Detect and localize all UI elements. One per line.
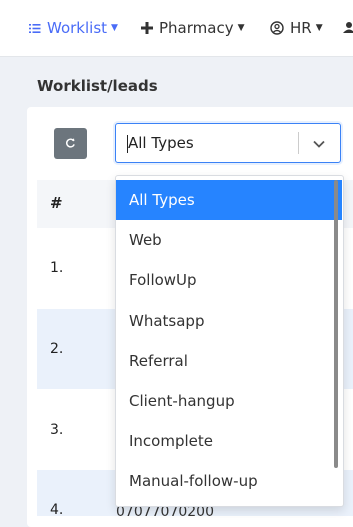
page-title: Worklist/leads [37, 77, 158, 95]
nav-hr-label: HR [290, 19, 312, 37]
option-all-types[interactable]: All Types [116, 180, 342, 220]
caret-down-icon: ▼ [111, 23, 118, 33]
refresh-button[interactable] [54, 128, 87, 159]
top-navbar: Worklist ▼ Pharmacy ▼ HR ▼ [0, 0, 353, 57]
nav-hr[interactable]: HR ▼ [270, 18, 323, 38]
option-web[interactable]: Web [116, 220, 342, 260]
chevron-down-icon[interactable] [312, 136, 326, 155]
column-header-number: # [50, 194, 63, 212]
type-dropdown-menu: All Types Web FollowUp Whatsapp Referral… [115, 175, 344, 507]
type-select[interactable]: All Types [115, 123, 341, 163]
row-number: 3. [50, 422, 64, 438]
select-separator [298, 132, 299, 154]
caret-down-icon: ▼ [315, 23, 323, 33]
nav-pharmacy[interactable]: Pharmacy ▼ [141, 18, 245, 38]
option-client-hangup[interactable]: Client-hangup [116, 381, 342, 421]
option-incomplete[interactable]: Incomplete [116, 421, 342, 461]
list-icon [29, 23, 41, 34]
nav-user[interactable] [343, 18, 353, 38]
option-manual-follow-up[interactable]: Manual-follow-up [116, 461, 342, 501]
refresh-icon [65, 134, 76, 153]
option-whatsapp[interactable]: Whatsapp [116, 301, 342, 341]
select-value: All Types [127, 134, 194, 153]
dropdown-scrollbar[interactable] [334, 180, 338, 468]
nav-worklist[interactable]: Worklist ▼ [29, 18, 118, 38]
row-number: 2. [50, 341, 64, 357]
plus-icon [141, 22, 153, 34]
nav-pharmacy-label: Pharmacy [159, 19, 234, 37]
user-icon [343, 19, 353, 37]
row-number: 1. [50, 260, 64, 276]
nav-worklist-label: Worklist [47, 19, 108, 37]
option-referral[interactable]: Referral [116, 341, 342, 381]
caret-down-icon: ▼ [237, 23, 245, 33]
user-circle-icon [270, 21, 284, 35]
option-followup[interactable]: FollowUp [116, 260, 342, 300]
